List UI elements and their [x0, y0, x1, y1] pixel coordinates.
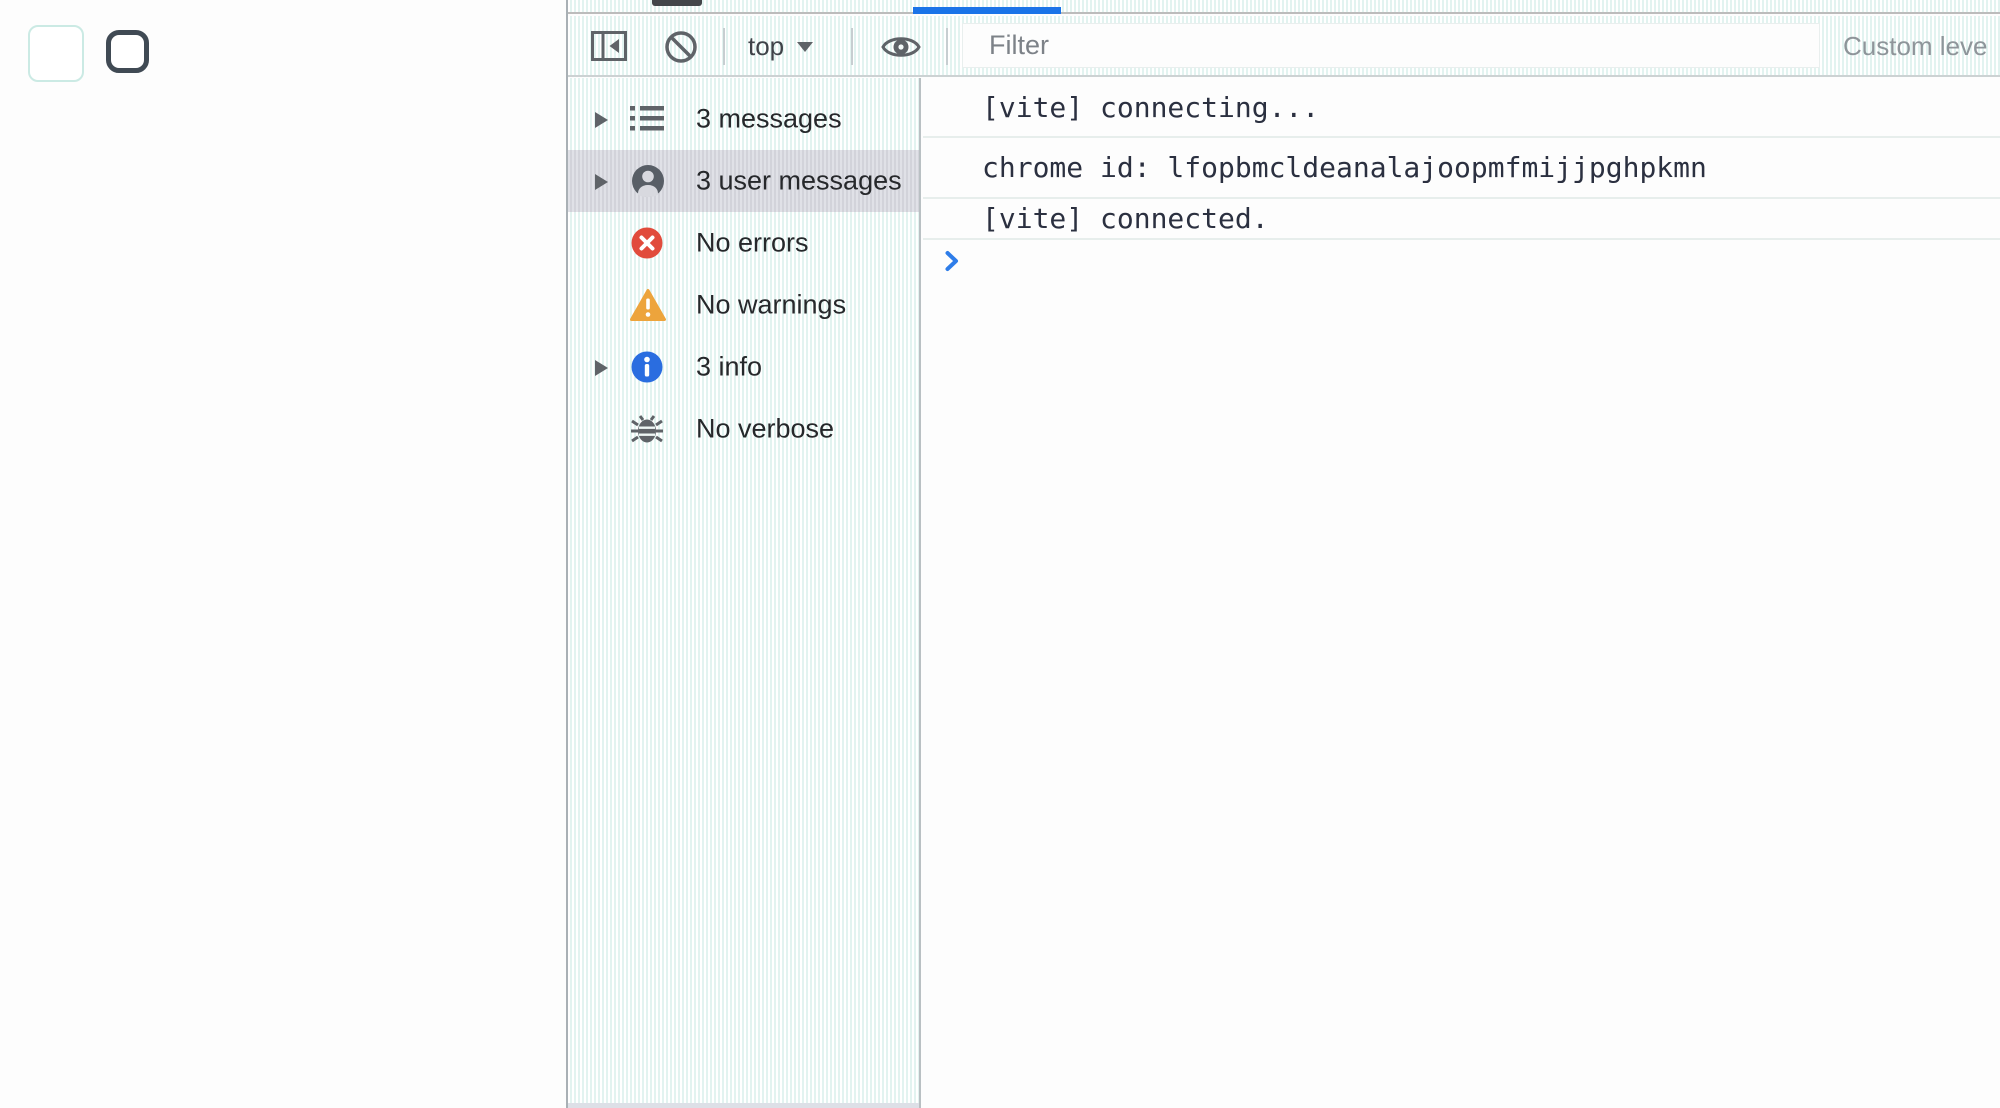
panel-toggle-icon	[590, 31, 628, 68]
console-sidebar: 3 messages 3 user messages No errors No …	[568, 78, 921, 1108]
devtools-panel: top Custom leve	[566, 0, 2000, 1108]
custom-levels-dropdown[interactable]: Custom leve	[1843, 16, 2000, 77]
sidebar-item-label: No errors	[696, 227, 809, 258]
toolbar-separator	[851, 28, 853, 65]
sidebar-item-all-messages[interactable]: 3 messages	[568, 88, 919, 150]
prompt-chevron-icon	[945, 251, 958, 271]
sidebar-item-errors[interactable]: No errors	[568, 212, 919, 274]
sidebar-item-label: 3 info	[696, 351, 763, 382]
toggle-sidebar-button[interactable]	[590, 27, 628, 65]
warning-icon	[630, 289, 666, 322]
sidebar-item-info[interactable]: 3 info	[568, 336, 919, 398]
custom-levels-label: Custom leve	[1843, 31, 1988, 61]
list-icon	[630, 103, 664, 135]
tab-icon-fragment	[652, 0, 702, 6]
error-icon	[630, 226, 664, 260]
sidebar-item-warnings[interactable]: No warnings	[568, 274, 919, 336]
console-output: [vite] connecting... chrome id: lfopbmcl…	[923, 78, 2000, 1108]
expand-arrow-icon[interactable]	[595, 360, 608, 376]
filter-input[interactable]	[962, 23, 1820, 68]
chevron-down-icon	[797, 41, 814, 52]
info-icon	[630, 350, 664, 384]
page-content	[0, 0, 566, 1108]
toolbar-separator	[723, 28, 725, 65]
context-dropdown[interactable]: top	[748, 16, 814, 77]
console-message-text: [vite] connecting...	[982, 90, 1320, 124]
sidebar-item-user-messages[interactable]: 3 user messages	[568, 150, 919, 212]
sidebar-bottom-edge	[568, 1103, 919, 1108]
devtools-tab-strip	[568, 0, 2000, 14]
user-icon	[630, 163, 666, 199]
console-message-text: chrome id: lfopbmcldeanalajoopmfmijjpghp…	[982, 151, 1707, 184]
expand-arrow-icon[interactable]	[595, 174, 608, 190]
context-dropdown-label: top	[748, 31, 785, 61]
console-message-row: [vite] connecting...	[923, 78, 2000, 138]
console-prompt[interactable]	[923, 240, 2000, 282]
sidebar-item-label: No warnings	[696, 289, 847, 320]
checkbox-unchecked-light[interactable]	[28, 25, 84, 82]
checkbox-unchecked-dark[interactable]	[106, 30, 149, 73]
console-message-row: [vite] connected.	[923, 199, 2000, 240]
clear-console-icon	[663, 31, 699, 68]
expand-arrow-icon[interactable]	[595, 112, 608, 128]
sidebar-item-label: No verbose	[696, 413, 835, 444]
console-toolbar: top Custom leve	[568, 16, 2000, 77]
clear-console-button[interactable]	[663, 29, 699, 65]
create-live-expression-button[interactable]	[880, 32, 922, 62]
sidebar-item-verbose[interactable]: No verbose	[568, 398, 919, 460]
console-message-row: chrome id: lfopbmcldeanalajoopmfmijjpghp…	[923, 138, 2000, 199]
sidebar-item-label: 3 messages	[696, 103, 842, 134]
eye-icon	[880, 37, 922, 65]
bug-icon	[630, 412, 664, 446]
sidebar-item-label: 3 user messages	[696, 165, 902, 196]
console-message-text: [vite] connected.	[982, 202, 1269, 235]
toolbar-separator	[946, 28, 948, 65]
active-tab-underline	[913, 7, 1061, 14]
